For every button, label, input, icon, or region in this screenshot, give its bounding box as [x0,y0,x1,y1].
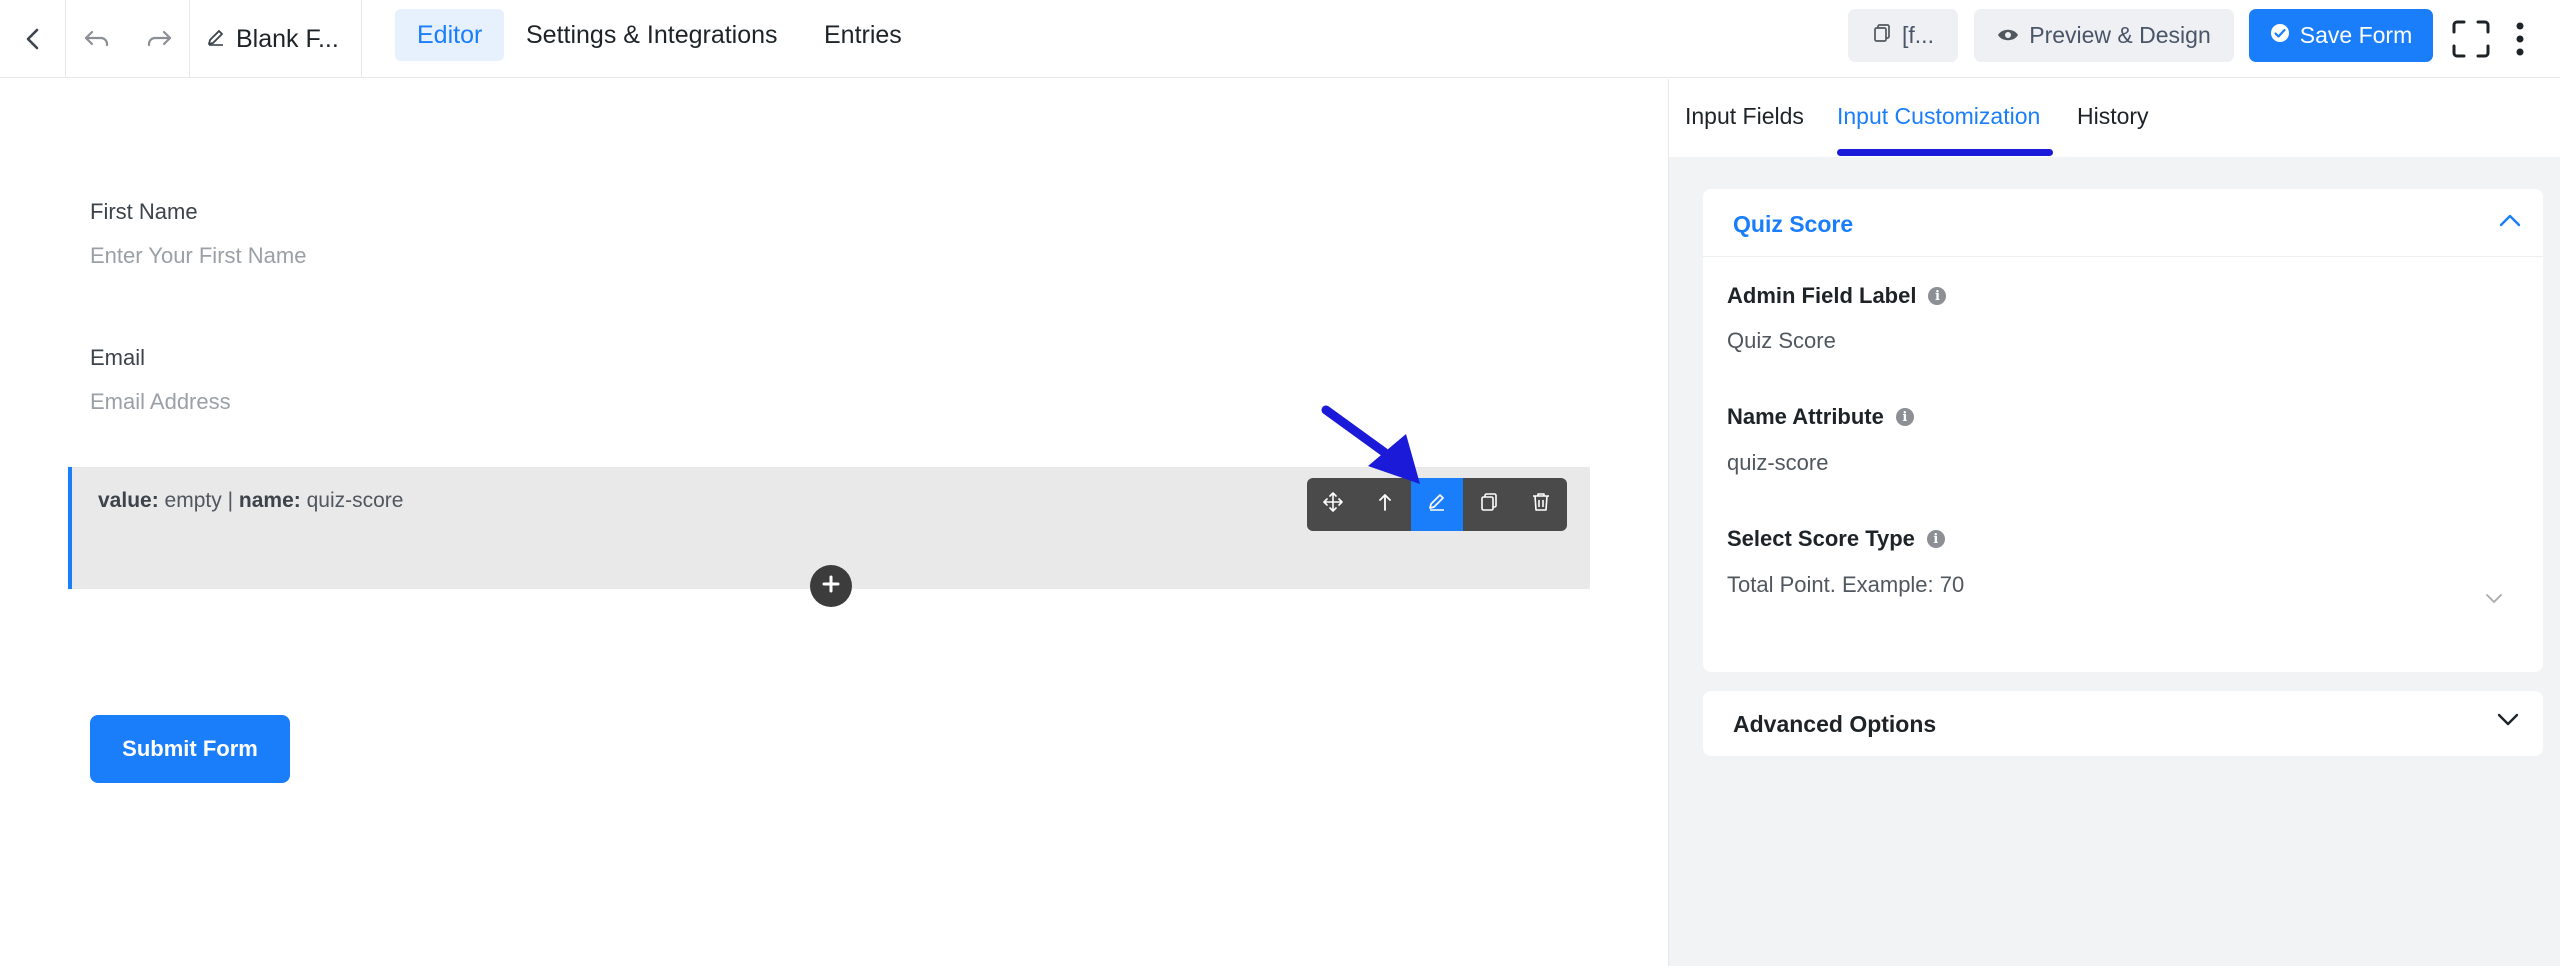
select-score-type-heading: Select Score Type i [1727,526,1945,552]
form-title[interactable]: Blank F... [190,0,362,78]
sidebar-tabs: Input Fields Input Customization History [1669,79,2560,157]
back-icon [23,27,43,51]
eye-icon [1997,22,2019,49]
first-name-label: First Name [90,199,198,224]
plus-icon [821,574,841,599]
tab-input-fields[interactable]: Input Fields [1685,103,1804,130]
pencil-icon [206,25,226,54]
preview-design-button[interactable]: Preview & Design [1974,9,2234,62]
check-circle-icon [2270,22,2290,49]
top-bar: Blank F... Editor Settings & Integration… [0,0,2560,78]
save-form-button[interactable]: Save Form [2249,9,2433,62]
more-options-button[interactable] [2500,0,2540,78]
panel-title: Quiz Score [1733,211,1854,237]
tab-settings-integrations[interactable]: Settings & Integrations [504,9,800,61]
field-settings-panel: Quiz Score Admin Field Label i Quiz Scor… [1703,189,2543,672]
settings-sidebar: Input Fields Input Customization History… [1668,79,2560,966]
info-icon[interactable]: i [1928,287,1947,305]
email-label: Email [90,345,146,370]
preview-design-label: Preview & Design [2029,22,2211,48]
advanced-options-title: Advanced Options [1733,711,1937,737]
redo-icon [145,27,173,51]
duplicate-field-button[interactable] [1463,478,1515,531]
panel-header[interactable]: Quiz Score [1703,189,2543,257]
admin-field-label-heading: Admin Field Label i [1727,283,1947,309]
chevron-up-icon [2499,213,2521,232]
more-vertical-icon [2515,21,2525,57]
undo-icon [83,27,111,51]
save-form-label: Save Form [2299,22,2413,48]
score-type-select[interactable]: Total Point. Example: 70 [1727,572,1964,598]
annotation-underline [1837,149,2053,156]
info-icon[interactable]: i [1926,530,1945,548]
tab-history[interactable]: History [2077,103,2149,130]
delete-field-button[interactable] [1515,478,1567,531]
fullscreen-icon [2451,19,2491,59]
shortcode-button[interactable]: [f... [1848,9,1958,62]
redo-button[interactable] [128,0,190,78]
name-attribute-input[interactable]: quiz-score [1727,450,1828,476]
advanced-options-panel[interactable]: Advanced Options [1703,691,2543,756]
back-button[interactable] [0,0,66,78]
trash-icon [1532,492,1550,517]
edit-icon [1427,492,1447,517]
add-field-button[interactable] [810,565,852,607]
admin-field-label-text: Admin Field Label [1727,283,1917,308]
undo-button[interactable] [66,0,128,78]
value-key: value: [98,489,159,512]
submit-form-button[interactable]: Submit Form [90,715,290,783]
info-icon[interactable]: i [1895,408,1914,426]
tab-input-customization[interactable]: Input Customization [1837,103,2040,130]
separator: | [227,489,234,512]
move-icon [1323,492,1343,517]
name-text: quiz-score [306,489,404,512]
email-input[interactable]: Email Address [90,389,231,415]
name-key: name: [238,489,301,512]
copy-icon [1872,22,1892,49]
chevron-down-icon[interactable] [2485,591,2503,609]
fullscreen-button[interactable] [2446,0,2496,78]
first-name-input[interactable]: Enter Your First Name [90,243,306,269]
name-attribute-heading: Name Attribute i [1727,404,1914,430]
tab-entries[interactable]: Entries [802,9,924,61]
admin-field-label-input[interactable]: Quiz Score [1727,328,1836,354]
tab-editor[interactable]: Editor [395,9,505,61]
value-text: empty [164,489,222,512]
chevron-down-icon [2497,713,2519,732]
name-attribute-text: Name Attribute [1727,404,1884,429]
form-title-text: Blank F... [236,24,339,53]
select-score-type-text: Select Score Type [1727,526,1915,551]
hidden-field-summary: value: empty | name: quiz-score [98,489,403,513]
shortcode-label: [f... [1902,22,1934,48]
arrow-up-icon [1377,492,1393,517]
annotation-arrow [1318,400,1428,495]
duplicate-icon [1479,492,1499,517]
